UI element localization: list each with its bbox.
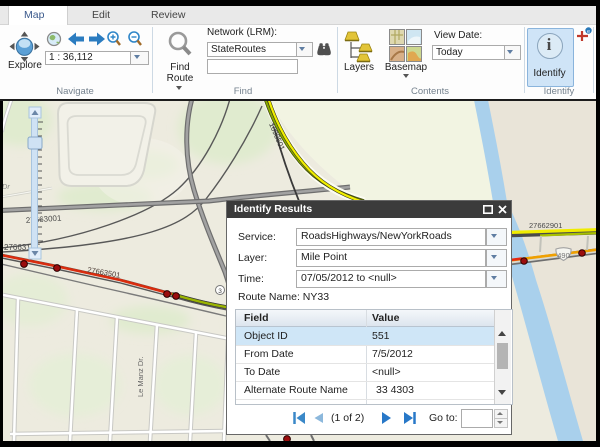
svg-text:Dr: Dr [3,182,10,191]
svg-text:e: e [587,29,590,35]
svg-text:490: 490 [557,251,570,260]
svg-text:Le Manz Dr.: Le Manz Dr. [136,357,145,397]
svg-text:27662901: 27662901 [529,221,562,230]
svg-text:3: 3 [218,288,222,295]
